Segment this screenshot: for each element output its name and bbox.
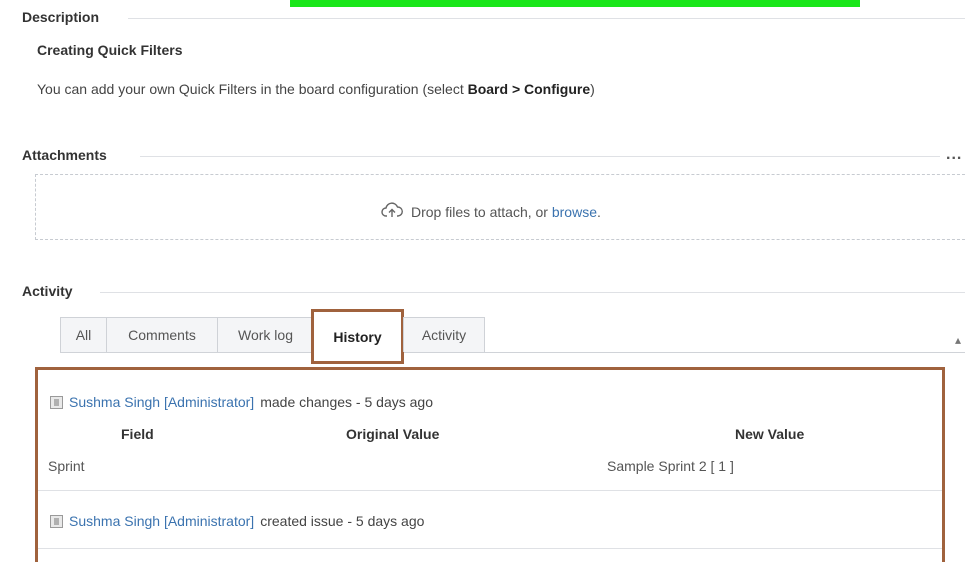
column-header-new-value: New Value (735, 426, 805, 442)
avatar (50, 514, 63, 528)
entry-separator (38, 548, 942, 549)
drop-files-text: Drop files to attach, or browse. (411, 204, 601, 220)
activity-divider (100, 292, 965, 293)
user-link[interactable]: Sushma Singh [Administrator] (69, 394, 254, 410)
history-action: made changes - 5 days ago (260, 394, 433, 410)
dropzone-content: Drop files to attach, or browse. (381, 201, 601, 222)
description-text: You can add your own Quick Filters in th… (37, 81, 595, 97)
attachments-more-button[interactable]: ... (946, 146, 962, 164)
history-action: created issue - 5 days ago (260, 513, 425, 529)
tab-activity[interactable]: Activity (403, 317, 485, 352)
attachments-dropzone[interactable]: Drop files to attach, or browse. (35, 174, 965, 240)
avatar (50, 395, 63, 409)
tab-comments[interactable]: Comments (106, 317, 218, 352)
user-link[interactable]: Sushma Singh [Administrator] (69, 513, 254, 529)
description-text-end: ) (590, 81, 595, 97)
tab-history[interactable]: History (311, 309, 404, 364)
column-header-field: Field (121, 426, 154, 442)
attachments-heading: Attachments (22, 147, 107, 163)
description-text-bold: Board > Configure (467, 81, 591, 97)
activity-heading: Activity (22, 283, 73, 299)
drop-files-label: Drop files to attach, or (411, 203, 552, 220)
description-text-start: You can add your own Quick Filters in th… (37, 81, 468, 97)
description-divider (128, 18, 965, 19)
browse-suffix: . (596, 203, 601, 220)
browse-link[interactable]: browse (552, 204, 597, 220)
top-highlight-bar (290, 0, 860, 7)
column-header-original-value: Original Value (346, 426, 440, 442)
tab-work-log[interactable]: Work log (217, 317, 314, 352)
cloud-upload-icon (381, 201, 403, 222)
description-heading: Description (22, 9, 100, 25)
tab-all[interactable]: All (60, 317, 107, 352)
history-panel: Sushma Singh [Administrator] made change… (35, 367, 945, 562)
change-field-value: Sprint (48, 458, 85, 474)
history-entry-header: Sushma Singh [Administrator] created iss… (50, 513, 424, 529)
scroll-caret-icon: ▴ (955, 333, 962, 347)
entry-separator (38, 490, 942, 491)
attachments-divider (140, 156, 940, 157)
description-subheading: Creating Quick Filters (37, 42, 183, 58)
history-entry-header: Sushma Singh [Administrator] made change… (50, 394, 433, 410)
tabs-baseline (60, 352, 965, 353)
change-new-value: Sample Sprint 2 [ 1 ] (607, 458, 734, 474)
